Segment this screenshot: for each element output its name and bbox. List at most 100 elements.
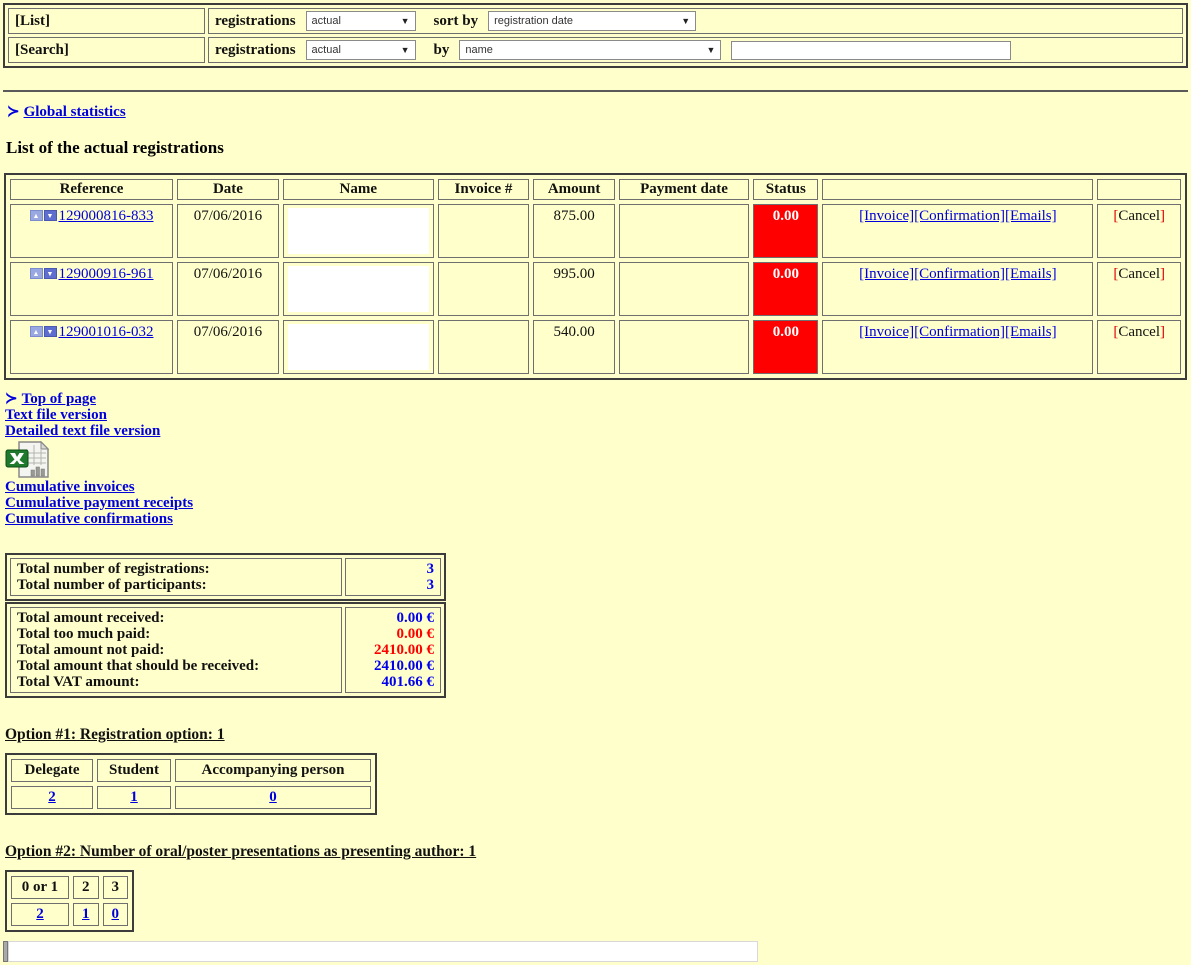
cancel-cell: [Cancel] [1097,204,1181,258]
excel-icon [5,440,50,478]
confirmation-link[interactable]: [Confirmation] [914,208,1005,224]
col-header-name: Name [282,179,434,200]
top-of-page-row: ≻ Top of page [5,391,1188,407]
invoice-cell [437,204,530,258]
emails-link[interactable]: [Emails] [1005,208,1057,224]
invoice-link[interactable]: [Invoice] [859,208,914,224]
list-type-value: actual [311,15,341,27]
redacted-name [287,266,429,312]
divider [3,90,1188,92]
reference-link[interactable]: 129000816-833 [59,208,154,224]
registrations-label: registrations [215,41,296,58]
sort-down-icon[interactable]: ▼ [43,268,57,279]
date-cell: 07/06/2016 [177,262,279,316]
option1-student-count-link[interactable]: 1 [130,789,138,805]
total-too-much-paid-label: Total too much paid: [17,626,151,642]
total-participants-label: Total number of participants: [17,577,207,593]
bottom-input-row [3,941,1188,962]
search-field-select[interactable]: name ▼ [459,40,722,60]
payment-date-cell [618,204,750,258]
chevron-down-icon: ▼ [400,45,410,55]
option1-delegate-count-link[interactable]: 2 [48,789,56,805]
cancel-link[interactable]: [Cancel] [1113,208,1165,224]
total-received-value: 0.00 € [396,610,435,626]
status-badge: 0.00 [753,204,819,258]
col-header-amount: Amount [533,179,615,200]
invoice-link[interactable]: [Invoice] [859,324,914,340]
cancel-label: Cancel [1118,324,1161,340]
invoice-link[interactable]: [Invoice] [859,266,914,282]
date-cell: 07/06/2016 [177,204,279,258]
totals-section: Total number of registrations: Total num… [5,553,1188,698]
registrations-table: Reference Date Name Invoice # Amount Pay… [4,173,1187,380]
sort-up-icon[interactable]: ▲ [29,326,43,337]
bottom-text-input[interactable] [8,941,758,962]
list-type-select[interactable]: actual ▼ [305,11,416,31]
sort-by-select[interactable]: registration date ▼ [488,11,697,31]
table-row: ▲ ▼ 129000816-833 07/06/2016 875.00 0.00 [… [10,204,1181,258]
cancel-label: Cancel [1118,266,1161,282]
total-too-much-paid-value: 0.00 € [396,626,435,642]
global-statistics-link[interactable]: Global statistics [24,104,126,120]
name-cell [282,204,434,258]
option2-3-count-link[interactable]: 0 [112,906,120,922]
totals-counts-values: 3 3 [345,558,441,596]
col-header-reference: Reference [10,179,173,200]
option1-delegate-cell: 2 [11,786,93,809]
text-file-version-link[interactable]: Text file version [5,407,107,423]
option1-table: Delegate Student Accompanying person 2 1… [5,753,377,815]
chevron-down-icon: ▼ [681,16,691,26]
total-should-receive-value: 2410.00 € [374,658,434,674]
sort-down-icon[interactable]: ▼ [43,210,57,221]
total-vat-label: Total VAT amount: [17,674,140,690]
amount-cell: 540.00 [533,320,615,374]
redacted-name [287,324,429,370]
sort-up-icon[interactable]: ▲ [29,268,43,279]
search-input[interactable] [731,40,1012,60]
option1-accompanying-count-link[interactable]: 0 [269,789,277,805]
reference-link[interactable]: 129001016-032 [59,324,154,340]
actions-cell: [Invoice][Confirmation][Emails] [822,262,1094,316]
sort-up-icon[interactable]: ▲ [29,210,43,221]
confirmation-link[interactable]: [Confirmation] [914,266,1005,282]
col-header-status: Status [753,179,819,200]
reference-link[interactable]: 129000916-961 [59,266,154,282]
option2-2-count-link[interactable]: 1 [82,906,90,922]
toolbar-list-row: [List] registrations actual ▼ sort by re… [8,8,1183,34]
top-of-page-link[interactable]: Top of page [22,391,96,407]
option2-0or1-count-link[interactable]: 2 [36,906,44,922]
cancel-link[interactable]: [Cancel] [1113,324,1165,340]
cumulative-payment-receipts-link[interactable]: Cumulative payment receipts [5,495,193,511]
actions-cell: [Invoice][Confirmation][Emails] [822,204,1094,258]
cancel-link[interactable]: [Cancel] [1113,266,1165,282]
invoice-cell [437,320,530,374]
option1-accompanying-cell: 0 [175,786,371,809]
search-type-select[interactable]: actual ▼ [305,40,416,60]
page-root: [List] registrations actual ▼ sort by re… [0,0,1191,965]
chevron-down-icon: ▼ [400,16,410,26]
option1-header-delegate: Delegate [11,759,93,782]
confirmation-link[interactable]: [Confirmation] [914,324,1005,340]
total-not-paid-label: Total amount not paid: [17,642,165,658]
list-button[interactable]: [List] [8,8,205,34]
search-button[interactable]: [Search] [8,37,205,63]
option1-header-accompanying: Accompanying person [175,759,371,782]
cancel-bracket: ] [1160,266,1166,282]
invoice-cell [437,262,530,316]
toolbar: [List] registrations actual ▼ sort by re… [3,3,1188,68]
reference-cell: ▲ ▼ 129001016-032 [10,320,173,374]
cancel-cell: [Cancel] [1097,320,1181,374]
total-participants-value: 3 [426,577,435,593]
amount-cell: 995.00 [533,262,615,316]
sort-down-icon[interactable]: ▼ [43,326,57,337]
emails-link[interactable]: [Emails] [1005,324,1057,340]
emails-link[interactable]: [Emails] [1005,266,1057,282]
option2-header-0or1: 0 or 1 [11,876,69,899]
cumulative-invoices-link[interactable]: Cumulative invoices [5,479,135,495]
excel-export-button[interactable] [5,439,1188,479]
detailed-text-file-version-link[interactable]: Detailed text file version [5,423,160,439]
table-row: ▲ ▼ 129001016-032 07/06/2016 540.00 0.00 [… [10,320,1181,374]
cumulative-confirmations-link[interactable]: Cumulative confirmations [5,511,173,527]
totals-amounts-table: Total amount received: Total too much pa… [5,602,446,698]
sort-by-label: sort by [433,12,479,29]
